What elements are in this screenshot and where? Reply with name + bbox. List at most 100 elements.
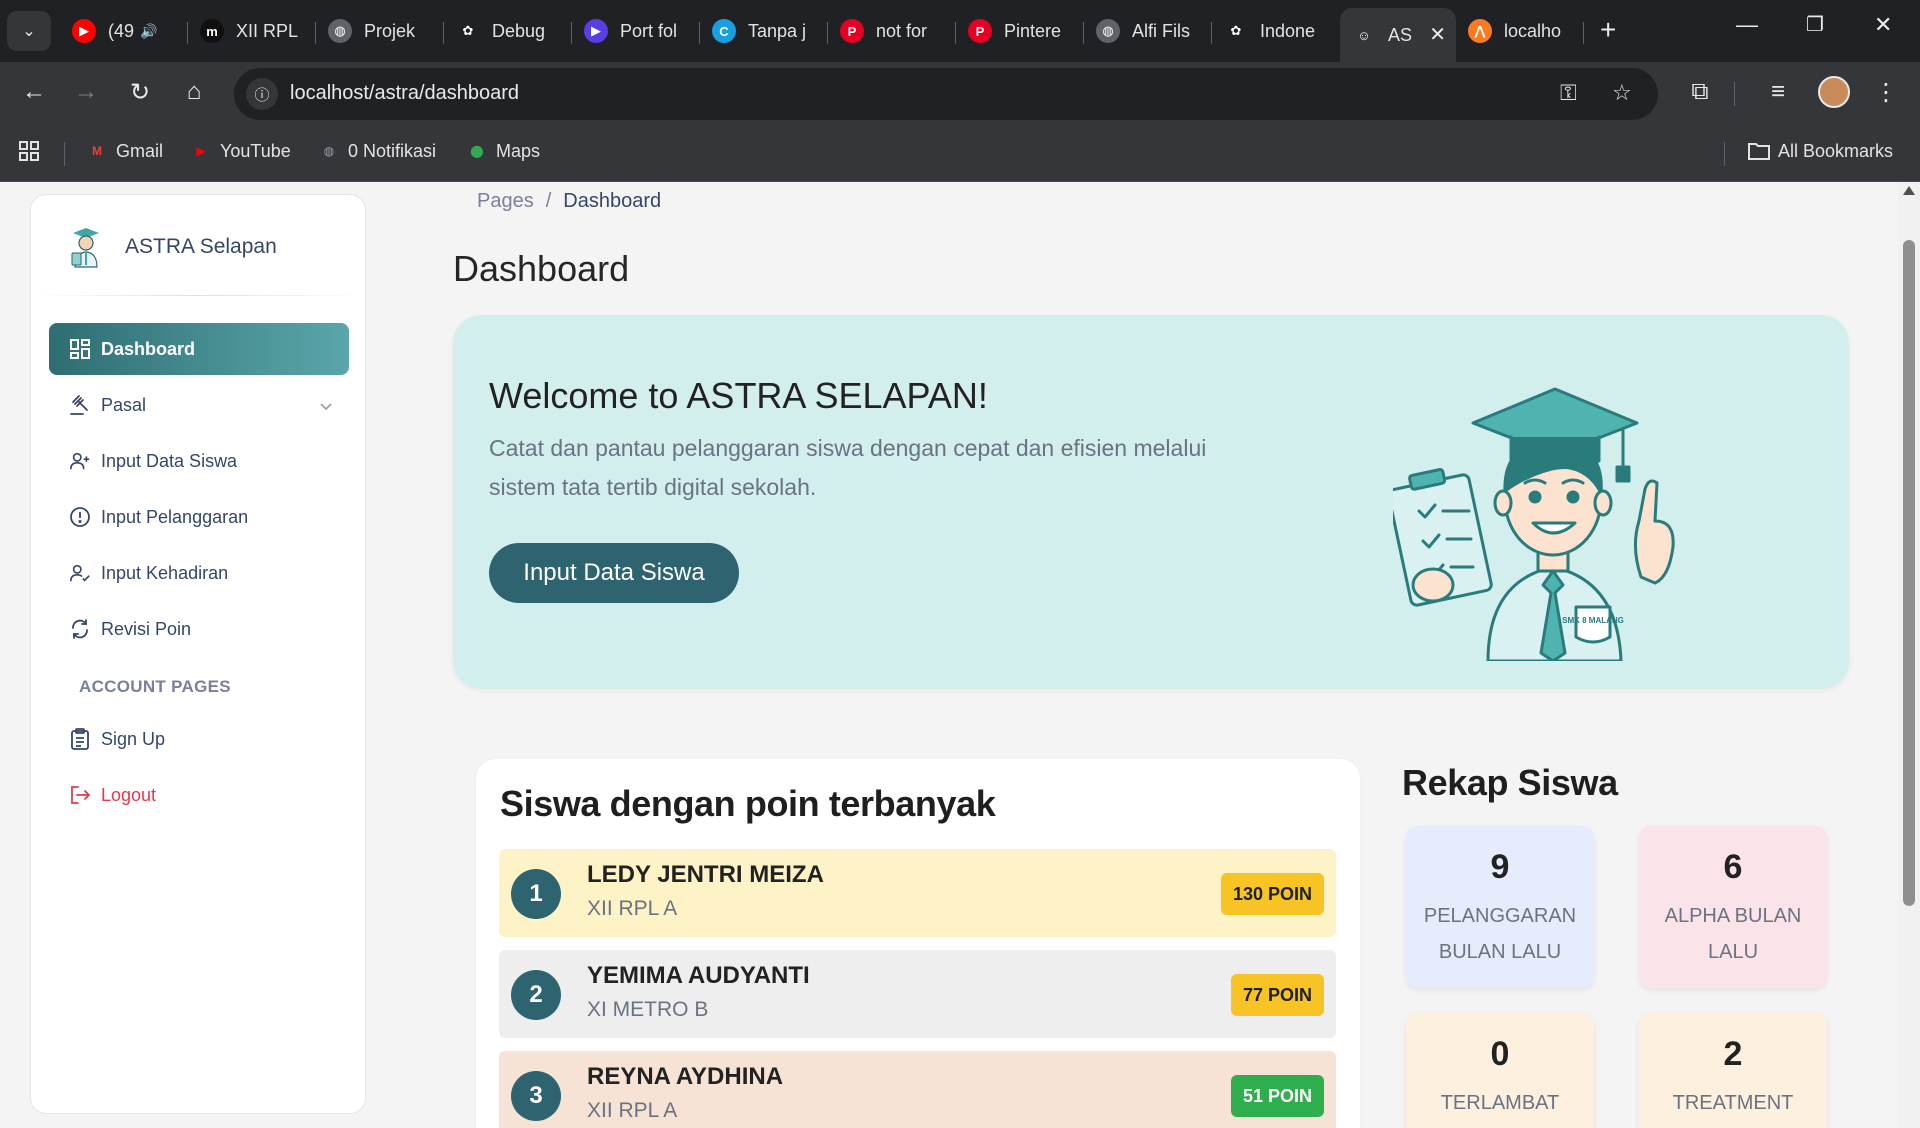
close-window-icon[interactable]: ✕ xyxy=(1874,12,1892,38)
rank-number-badge: 1 xyxy=(511,869,561,919)
reload-icon[interactable]: ↻ xyxy=(124,78,156,107)
sidebar-item-revisi-poin[interactable]: Revisi Poin xyxy=(49,603,349,655)
sidebar-item-pasal[interactable]: Pasal xyxy=(49,379,349,431)
tab-title: Indone xyxy=(1260,20,1316,41)
new-tab-plus-icon[interactable]: + xyxy=(1600,14,1616,46)
tab[interactable]: ⋀ localho xyxy=(1456,8,1584,54)
tab[interactable]: ◍ Alfi Fils xyxy=(1084,8,1212,54)
tab-title: Debug xyxy=(492,20,546,41)
tab[interactable]: ▶ Port fol xyxy=(572,8,700,54)
breadcrumb: Pages / Dashboard xyxy=(477,190,661,213)
sidebar-item-dashboard[interactable]: Dashboard xyxy=(49,323,349,375)
bookmark-label: Maps xyxy=(496,140,541,161)
brand-divider xyxy=(31,295,365,296)
brand-logo-icon xyxy=(71,228,99,268)
stat-value: 2 xyxy=(1723,1035,1743,1073)
stat-value: 9 xyxy=(1490,848,1510,886)
student-illustration: SMK 8 MALANG xyxy=(1393,387,1675,661)
stat-card: 9 PELANGGARAN BULAN LALU xyxy=(1406,826,1594,988)
student-name: YEMIMA AUDYANTI xyxy=(587,962,810,989)
address-bar[interactable]: ⓘ localhost/astra/dashboard ⚿ ☆ xyxy=(234,68,1658,120)
m-app-icon: m xyxy=(200,19,224,43)
sidebar-item-logout[interactable]: Logout xyxy=(49,769,349,821)
student-name: REYNA AYDHINA xyxy=(587,1063,784,1090)
tab-title: (49 xyxy=(108,20,135,41)
stat-card: 2 TREATMENT xyxy=(1639,1013,1827,1128)
back-arrow-icon[interactable]: ← xyxy=(18,78,50,106)
chevron-down-icon[interactable] xyxy=(319,396,333,417)
student-name: LEDY JENTRI MEIZA xyxy=(587,861,824,888)
welcome-subtitle: Catat dan pantau pelanggaran siswa denga… xyxy=(489,435,1207,500)
sidebar-item-input-pelanggaran[interactable]: Input Pelanggaran xyxy=(49,491,349,543)
dashboard-grid-icon xyxy=(69,338,91,360)
tab[interactable]: Pnot for xyxy=(828,8,956,54)
ranking-row[interactable]: 2 YEMIMA AUDYANTI XI METRO B 77 POIN xyxy=(499,950,1336,1038)
brand-name: ASTRA Selapan xyxy=(125,235,277,258)
home-icon[interactable]: ⌂ xyxy=(178,78,210,106)
sidebar-item-input-data-siswa[interactable]: Input Data Siswa xyxy=(49,435,349,487)
tab-active[interactable]: ☺ AS ✕ xyxy=(1340,8,1456,62)
bookmarks-bar: M Gmail ▶ YouTube ◍ 0 Notifikasi ⬤ Maps All Boo… xyxy=(0,126,1920,182)
more-menu-icon[interactable]: ⋮ xyxy=(1870,78,1902,107)
all-bookmarks-button[interactable]: All Bookmarks xyxy=(1748,140,1893,162)
profile-avatar[interactable] xyxy=(1818,76,1850,108)
refresh-icon xyxy=(69,618,91,640)
site-info-icon[interactable]: ⓘ xyxy=(246,78,278,110)
breadcrumb-parent[interactable]: Pages xyxy=(477,190,534,213)
openai-icon: ✿ xyxy=(456,19,480,43)
tab[interactable]: ✿ Indone xyxy=(1212,8,1340,54)
apps-grid-icon[interactable] xyxy=(18,140,40,162)
tab[interactable]: m XII RPL xyxy=(188,8,316,54)
brand[interactable]: ASTRA Selapan xyxy=(69,225,277,269)
tab[interactable]: ▶ (49 🔊 xyxy=(60,8,188,54)
maps-pin-icon: ⬤ xyxy=(470,144,484,158)
bookmark-youtube[interactable]: ▶ YouTube xyxy=(190,140,290,162)
tab[interactable]: ✿ Debug xyxy=(444,8,572,54)
user-add-icon xyxy=(69,450,91,472)
bookmark-star-icon[interactable]: ☆ xyxy=(1612,80,1632,106)
sidebar-section-title: ACCOUNT PAGES xyxy=(79,677,231,696)
tab-title: Tanpa j xyxy=(748,20,807,41)
ranking-row[interactable]: 1 LEDY JENTRI MEIZA XII RPL A 130 POIN xyxy=(499,849,1336,937)
stat-label: PELANGGARAN BULAN LALU xyxy=(1423,905,1577,963)
scroll-thumb[interactable] xyxy=(1903,240,1915,906)
page-scrollbar[interactable] xyxy=(1898,182,1920,1128)
tab-title: Alfi Fils xyxy=(1132,20,1190,41)
tab-close-icon[interactable]: ✕ xyxy=(1429,22,1446,47)
gmail-icon: M xyxy=(92,144,102,158)
input-data-siswa-button[interactable]: Input Data Siswa xyxy=(489,543,739,603)
sidebar-nav: Dashboard Pasal Input Data Siswa Input Pela… xyxy=(49,323,349,825)
rekap-title: Rekap Siswa xyxy=(1402,762,1618,803)
youtube-icon: ▶ xyxy=(72,19,96,43)
sidebar-item-label: Input Data Siswa xyxy=(101,450,238,471)
bookmark-maps[interactable]: ⬤ Maps xyxy=(466,140,540,162)
scroll-up-arrow-icon[interactable] xyxy=(1903,186,1915,195)
forward-arrow-icon[interactable]: → xyxy=(70,78,102,106)
browser-toolbar: ← → ↻ ⌂ ⓘ localhost/astra/dashboard ⚿ ☆ … xyxy=(0,62,1920,126)
bookmark-gmail[interactable]: M Gmail xyxy=(86,140,163,162)
sidebar-item-label: Dashboard xyxy=(101,338,196,359)
ranking-row[interactable]: 3 REYNA AYDHINA XII RPL A 51 POIN xyxy=(499,1051,1336,1128)
rank-number-badge: 3 xyxy=(511,1071,561,1121)
stat-label: TERLAMBAT xyxy=(1440,1092,1560,1114)
tab[interactable]: ◍ Projek xyxy=(316,8,444,54)
sidebar-item-sign-up[interactable]: Sign Up xyxy=(49,713,349,765)
folder-icon xyxy=(1748,140,1770,162)
minimize-window-icon[interactable]: — xyxy=(1736,12,1758,38)
tab[interactable]: P Pintere xyxy=(956,8,1084,54)
restore-window-icon[interactable]: ❐ xyxy=(1806,12,1824,37)
bookmark-label: Gmail xyxy=(116,140,164,161)
tab-search-chevron-icon[interactable]: ⌄ xyxy=(7,11,51,51)
welcome-title: Welcome to ASTRA SELAPAN! xyxy=(489,375,988,416)
tab[interactable]: C Tanpa j xyxy=(700,8,828,54)
password-key-icon[interactable]: ⚿ xyxy=(1560,80,1577,106)
extensions-puzzle-icon[interactable]: ⧉ xyxy=(1684,78,1716,106)
media-control-icon[interactable]: ≡ xyxy=(1762,78,1794,106)
sidebar-item-input-kehadiran[interactable]: Input Kehadiran xyxy=(49,547,349,599)
url-text[interactable]: localhost/astra/dashboard xyxy=(290,82,519,105)
alert-circle-icon xyxy=(69,506,91,528)
globe-icon: ◍ xyxy=(328,19,352,43)
student-class: XII RPL A xyxy=(587,1099,678,1122)
bookmark-0-notifikasi[interactable]: ◍ 0 Notifikasi xyxy=(318,140,436,162)
speaker-icon[interactable]: 🔊 xyxy=(140,23,157,40)
